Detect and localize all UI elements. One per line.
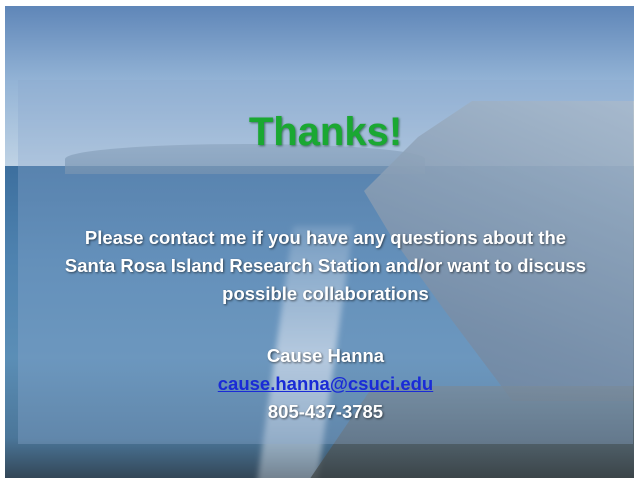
message-line: Please contact me if you have any questi… <box>84 227 567 248</box>
slide: Thanks! Please contact me if you have an… <box>5 6 634 478</box>
slide-title: Thanks! <box>248 110 403 154</box>
message-line: Santa Rosa Island Research Station and/o… <box>64 255 587 276</box>
contact-name: Cause Hanna <box>266 345 385 366</box>
email-link[interactable]: cause.hanna@csuci.edu <box>218 373 433 394</box>
contact-block: Cause Hanna cause.hanna@csuci.edu 805-43… <box>18 342 633 426</box>
content-panel: Thanks! Please contact me if you have an… <box>18 80 633 444</box>
contact-message: Please contact me if you have any questi… <box>18 224 633 308</box>
contact-phone: 805-437-3785 <box>267 401 384 422</box>
message-line: possible collaborations <box>222 283 429 304</box>
